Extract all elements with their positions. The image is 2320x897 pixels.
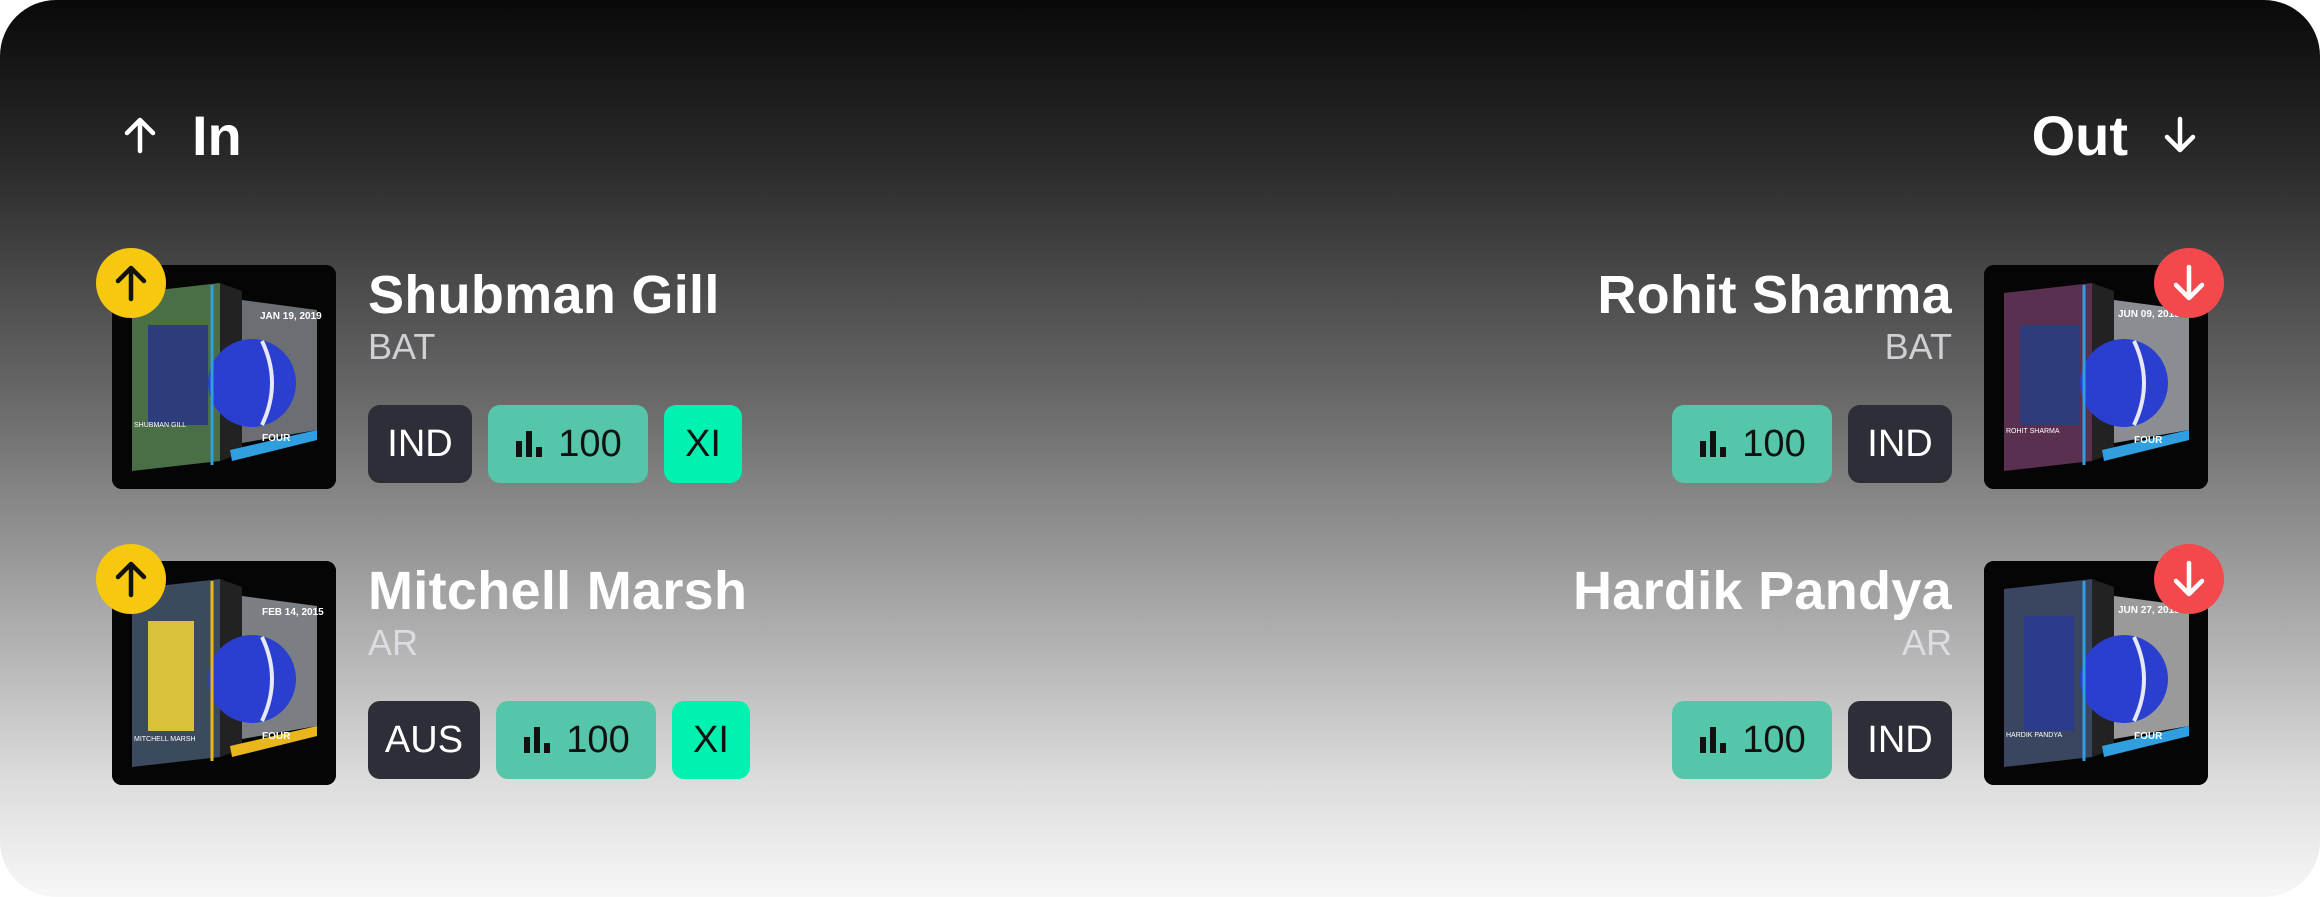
in-label: In [192, 103, 242, 167]
xi-chip: XI [664, 405, 742, 483]
points-chip: 100 [1672, 701, 1832, 779]
out-header: Out [2032, 100, 2198, 170]
out-label: Out [2031, 103, 2128, 167]
player-card-image[interactable]: JAN 19, 2019 SHUBMAN GILL FOUR [96, 248, 336, 489]
arrow-up-icon [124, 117, 156, 154]
in-badge [96, 248, 166, 318]
player-role: BAT [368, 326, 436, 367]
xi-chip: XI [672, 701, 750, 779]
player-info: Shubman Gill BAT IND 100 XI [368, 265, 968, 483]
player-chips: AUS 100 XI [368, 701, 750, 779]
points-value: 100 [1742, 422, 1806, 465]
player-card-image[interactable]: JUN 27, 2019 HARDIK PANDYA FOUR [1984, 544, 2224, 785]
bar-chart-icon [1700, 431, 1727, 457]
player-name: Hardik Pandya [1572, 561, 1952, 621]
team-chip: AUS [368, 701, 480, 779]
arrow-down-icon [2173, 264, 2205, 301]
team-chip: IND [1848, 701, 1952, 779]
in-badge [96, 544, 166, 614]
player-role: AR [368, 622, 419, 663]
player-info: Mitchell Marsh AR AUS 100 XI [368, 561, 968, 779]
bar-chart-icon [1700, 727, 1727, 753]
points-chip: 100 [1672, 405, 1832, 483]
arrow-down-icon [2173, 560, 2205, 597]
out-badge [2154, 544, 2224, 614]
player-chips: 100 IND [1672, 405, 1952, 483]
bar-chart-icon [524, 727, 551, 753]
player-chips: 100 IND [1672, 701, 1952, 779]
points-chip: 100 [488, 405, 648, 483]
player-role: BAT [1884, 326, 1952, 367]
team-chip: IND [368, 405, 472, 483]
points-value: 100 [558, 422, 622, 465]
points-chip: 100 [496, 701, 656, 779]
transfer-panel: In Out JAN 19, 2019 SHUBMAN GILL FOUR Sh… [0, 0, 2320, 897]
player-chips: IND 100 XI [368, 405, 742, 483]
player-in-row[interactable]: JAN 19, 2019 SHUBMAN GILL FOUR Shubman G… [0, 248, 1000, 490]
player-info: Rohit Sharma BAT 100 IND [1352, 265, 1952, 483]
player-name: Rohit Sharma [1597, 265, 1952, 325]
player-name: Mitchell Marsh [368, 561, 748, 621]
out-badge [2154, 248, 2224, 318]
points-value: 100 [1742, 718, 1806, 761]
player-info: Hardik Pandya AR 100 IND [1352, 561, 1952, 779]
team-chip: IND [1848, 405, 1952, 483]
points-value: 100 [566, 718, 630, 761]
arrow-up-icon [115, 561, 147, 598]
in-header: In [122, 100, 242, 170]
arrow-up-icon [115, 265, 147, 302]
player-out-row[interactable]: JUN 27, 2019 HARDIK PANDYA FOUR Hardik P… [1320, 544, 2320, 786]
player-in-row[interactable]: FEB 14, 2015 MITCHELL MARSH FOUR Mitchel… [0, 544, 1000, 786]
player-role: AR [1901, 622, 1952, 663]
player-card-image[interactable]: JUN 09, 2019 ROHIT SHARMA FOUR [1984, 248, 2224, 489]
arrow-down-icon [2164, 116, 2196, 153]
player-card-image[interactable]: FEB 14, 2015 MITCHELL MARSH FOUR [96, 544, 336, 785]
bar-chart-icon [516, 431, 543, 457]
player-out-row[interactable]: JUN 09, 2019 ROHIT SHARMA FOUR Rohit Sha… [1320, 248, 2320, 490]
player-name: Shubman Gill [368, 265, 720, 325]
